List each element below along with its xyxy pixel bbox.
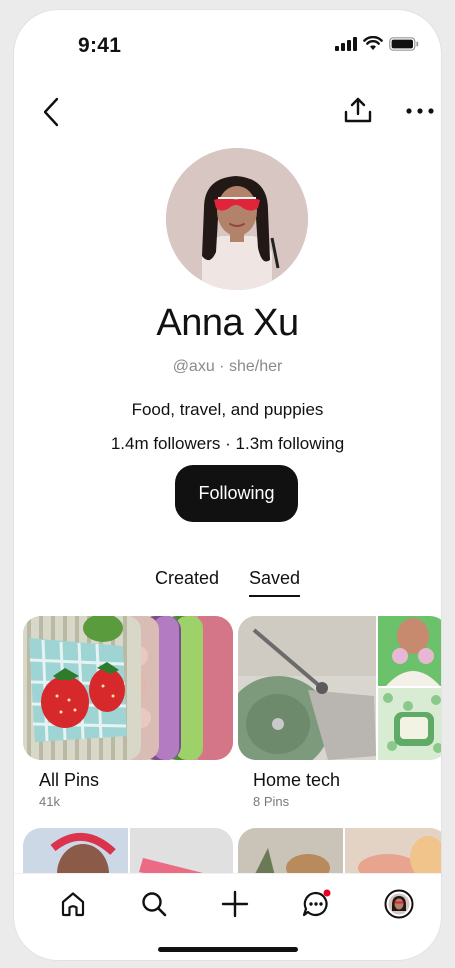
board-cover-home-tech[interactable]: [238, 616, 441, 760]
status-time: 9:41: [78, 34, 122, 57]
share-button[interactable]: [340, 92, 376, 128]
profile-tabs: Created Saved: [14, 568, 441, 597]
profile-handle: @axu · she/her: [172, 358, 283, 375]
more-options-button[interactable]: [402, 96, 438, 126]
wifi-icon: [363, 36, 383, 50]
status-icons: [335, 36, 419, 51]
status-bar: 9:41: [14, 10, 441, 70]
chevron-left-icon: [43, 97, 59, 127]
plus-icon: [221, 890, 249, 918]
nav-profile-button[interactable]: [381, 886, 417, 922]
profile-name: Anna Xu: [156, 302, 299, 344]
bottom-navigation: [14, 873, 441, 960]
board-title[interactable]: Home tech: [253, 770, 340, 791]
board-pin-count: 41k: [39, 794, 60, 809]
notification-dot: [323, 889, 331, 897]
home-icon: [61, 892, 85, 917]
board-thumbnail-collage: [238, 616, 441, 760]
following-button[interactable]: Following: [175, 465, 298, 522]
profile-avatar-icon: [384, 889, 414, 919]
tab-saved[interactable]: Saved: [249, 568, 301, 597]
signal-icon: [335, 36, 357, 51]
search-icon: [142, 892, 167, 917]
phone-screen: 9:41 Anna Xu @axu · she/her Food, travel…: [14, 10, 441, 960]
back-button[interactable]: [36, 94, 66, 130]
nav-create-button[interactable]: [217, 886, 253, 922]
board-thumbnail-collage: [23, 616, 233, 760]
nav-home-button[interactable]: [55, 886, 91, 922]
profile-bio: Food, travel, and puppies: [131, 400, 324, 419]
messages-icon: [302, 889, 331, 917]
tab-created[interactable]: Created: [155, 568, 219, 597]
board-cover-all-pins[interactable]: [23, 616, 233, 760]
nav-messages-button[interactable]: [298, 886, 334, 922]
board-pin-count: 8 Pins: [253, 794, 290, 809]
follower-stats[interactable]: 1.4m followers · 1.3m following: [14, 434, 441, 454]
share-icon: [344, 97, 372, 123]
profile-avatar[interactable]: [166, 148, 308, 290]
nav-search-button[interactable]: [136, 886, 172, 922]
home-indicator: [158, 947, 298, 952]
board-title[interactable]: All Pins: [39, 770, 99, 791]
battery-icon: [389, 36, 419, 51]
profile-photo: [166, 148, 308, 290]
ellipsis-icon: [406, 108, 434, 114]
